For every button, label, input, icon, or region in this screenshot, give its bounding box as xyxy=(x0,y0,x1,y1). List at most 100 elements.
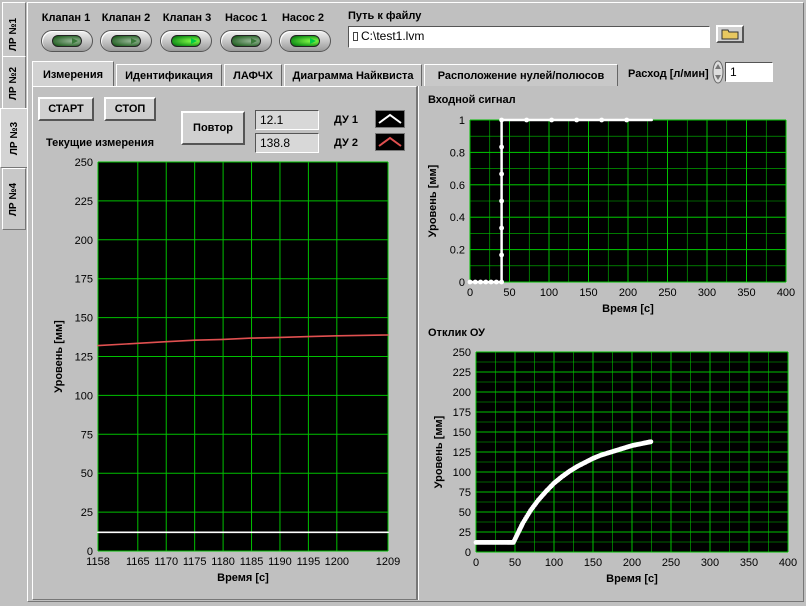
start-button[interactable]: СТАРТ xyxy=(38,97,94,121)
side-tab-lr2[interactable]: ЛР №2 xyxy=(2,56,26,110)
x-tick-label: 100 xyxy=(540,287,558,299)
y-tick-label: 250 xyxy=(453,347,471,359)
x-tick-label: 1165 xyxy=(126,556,150,568)
x-tick-label: 0 xyxy=(467,287,473,299)
led-indicator xyxy=(52,35,82,47)
x-tick-label: 1200 xyxy=(325,556,349,568)
data-point xyxy=(549,117,555,123)
input-signal-title: Входной сигнал xyxy=(428,94,516,106)
legend-du1-swatch xyxy=(375,110,405,128)
y-tick-label: 175 xyxy=(453,407,471,419)
level2-value: 138.8 xyxy=(255,133,319,153)
y-axis-label: Уровень [мм] xyxy=(433,415,445,488)
y-tick-label: 125 xyxy=(453,447,471,459)
data-point xyxy=(499,144,504,150)
x-tick-label: 300 xyxy=(701,557,719,569)
flow-input[interactable]: 1 xyxy=(725,62,773,82)
data-point xyxy=(499,279,504,285)
toggle-label-valve3: Клапан 3 xyxy=(162,12,212,24)
y-tick-label: 0.2 xyxy=(450,245,465,257)
x-tick-label: 200 xyxy=(623,557,641,569)
y-tick-label: 200 xyxy=(75,235,93,247)
data-point xyxy=(467,279,473,285)
current-measurements-chart: 1158 1165 1170 1175 1180 1185 1190 1195 1200 1209… xyxy=(53,157,400,584)
level1-value: 12.1 xyxy=(255,110,319,130)
data-point xyxy=(499,171,504,177)
toggle-valve3[interactable] xyxy=(160,30,212,52)
toggle-pump2[interactable] xyxy=(279,30,331,52)
toggle-valve2[interactable] xyxy=(100,30,152,52)
y-tick-label: 250 xyxy=(75,157,93,169)
x-tick-label: 50 xyxy=(503,287,515,299)
toggle-label-valve1: Клапан 1 xyxy=(41,12,91,24)
x-tick-label: 0 xyxy=(473,557,479,569)
tab-zeros-poles[interactable]: Расположение нулей/полюсов xyxy=(424,64,618,86)
y-tick-label: 100 xyxy=(75,390,93,402)
data-point xyxy=(499,252,504,258)
x-tick-label: 350 xyxy=(740,557,758,569)
led-indicator xyxy=(231,35,261,47)
data-point xyxy=(499,225,504,231)
stop-button[interactable]: СТОП xyxy=(104,97,156,121)
y-tick-label: 0 xyxy=(459,277,465,289)
tab-nyquist[interactable]: Диаграмма Найквиста xyxy=(284,64,422,86)
y-tick-label: 100 xyxy=(453,467,471,479)
toggle-label-pump1: Насос 1 xyxy=(224,12,268,24)
toggle-pump1[interactable] xyxy=(220,30,272,52)
led-indicator xyxy=(111,35,141,47)
y-tick-label: 150 xyxy=(453,427,471,439)
data-point xyxy=(599,117,605,123)
x-tick-label: 200 xyxy=(619,287,637,299)
x-tick-label: 1185 xyxy=(240,556,264,568)
x-tick-label: 1195 xyxy=(297,556,321,568)
data-point xyxy=(488,279,494,285)
y-tick-label: 150 xyxy=(75,313,93,325)
y-tick-label: 25 xyxy=(81,507,93,519)
data-point xyxy=(483,279,489,285)
spinner-arrows-icon xyxy=(712,60,724,84)
x-tick-label: 300 xyxy=(698,287,716,299)
side-tab-label: ЛР №3 xyxy=(9,121,20,155)
data-point xyxy=(493,279,499,285)
led-indicator xyxy=(171,35,201,47)
legend-du2-label: ДУ 2 xyxy=(334,137,358,149)
panel-separator xyxy=(417,86,419,600)
x-tick-label: 1190 xyxy=(268,556,292,568)
y-tick-label: 0 xyxy=(87,546,93,558)
response-chart: 0 50 100 150 200 250 300 350 400 0 25 50 75 100 125 150… xyxy=(433,347,797,585)
flow-spinner[interactable] xyxy=(712,60,724,84)
side-tab-lr3[interactable]: ЛР №3 xyxy=(0,108,28,168)
x-tick-label: 250 xyxy=(658,287,676,299)
data-point xyxy=(499,198,504,204)
repeat-button[interactable]: Повтор xyxy=(181,111,245,145)
y-tick-label: 50 xyxy=(459,507,471,519)
legend-du2-swatch xyxy=(375,133,405,151)
led-indicator xyxy=(290,35,320,47)
side-tab-lr4[interactable]: ЛР №4 xyxy=(2,168,26,230)
tab-lafchh[interactable]: ЛАФЧХ xyxy=(224,64,282,86)
data-point xyxy=(624,117,630,123)
y-tick-label: 0.6 xyxy=(450,180,465,192)
folder-icon xyxy=(721,29,739,40)
current-measurements-title: Текущие измерения xyxy=(46,137,155,149)
tab-label: Расположение нулей/полюсов xyxy=(437,69,605,82)
data-point xyxy=(648,439,654,445)
tab-measurements[interactable]: Измерения xyxy=(32,61,114,87)
browse-button[interactable] xyxy=(716,25,744,43)
tab-label: Диаграмма Найквиста xyxy=(292,69,414,82)
side-tab-label: ЛР №2 xyxy=(8,66,20,100)
x-tick-label: 150 xyxy=(584,557,602,569)
y-tick-label: 225 xyxy=(453,367,471,379)
x-tick-label: 1180 xyxy=(211,556,235,568)
x-axis-label: Время [с] xyxy=(602,303,654,315)
x-tick-label: 400 xyxy=(777,287,795,299)
legend-du2-line-icon xyxy=(378,136,402,147)
data-point xyxy=(574,117,580,123)
file-path-input[interactable]: C:\test1.lvm xyxy=(348,26,710,48)
toggle-valve1[interactable] xyxy=(41,30,93,52)
data-point xyxy=(478,279,483,285)
tab-identification[interactable]: Идентификация xyxy=(116,64,222,86)
x-tick-label: 1170 xyxy=(154,556,178,568)
toggle-label-valve2: Клапан 2 xyxy=(101,12,151,24)
y-tick-label: 125 xyxy=(75,352,93,364)
